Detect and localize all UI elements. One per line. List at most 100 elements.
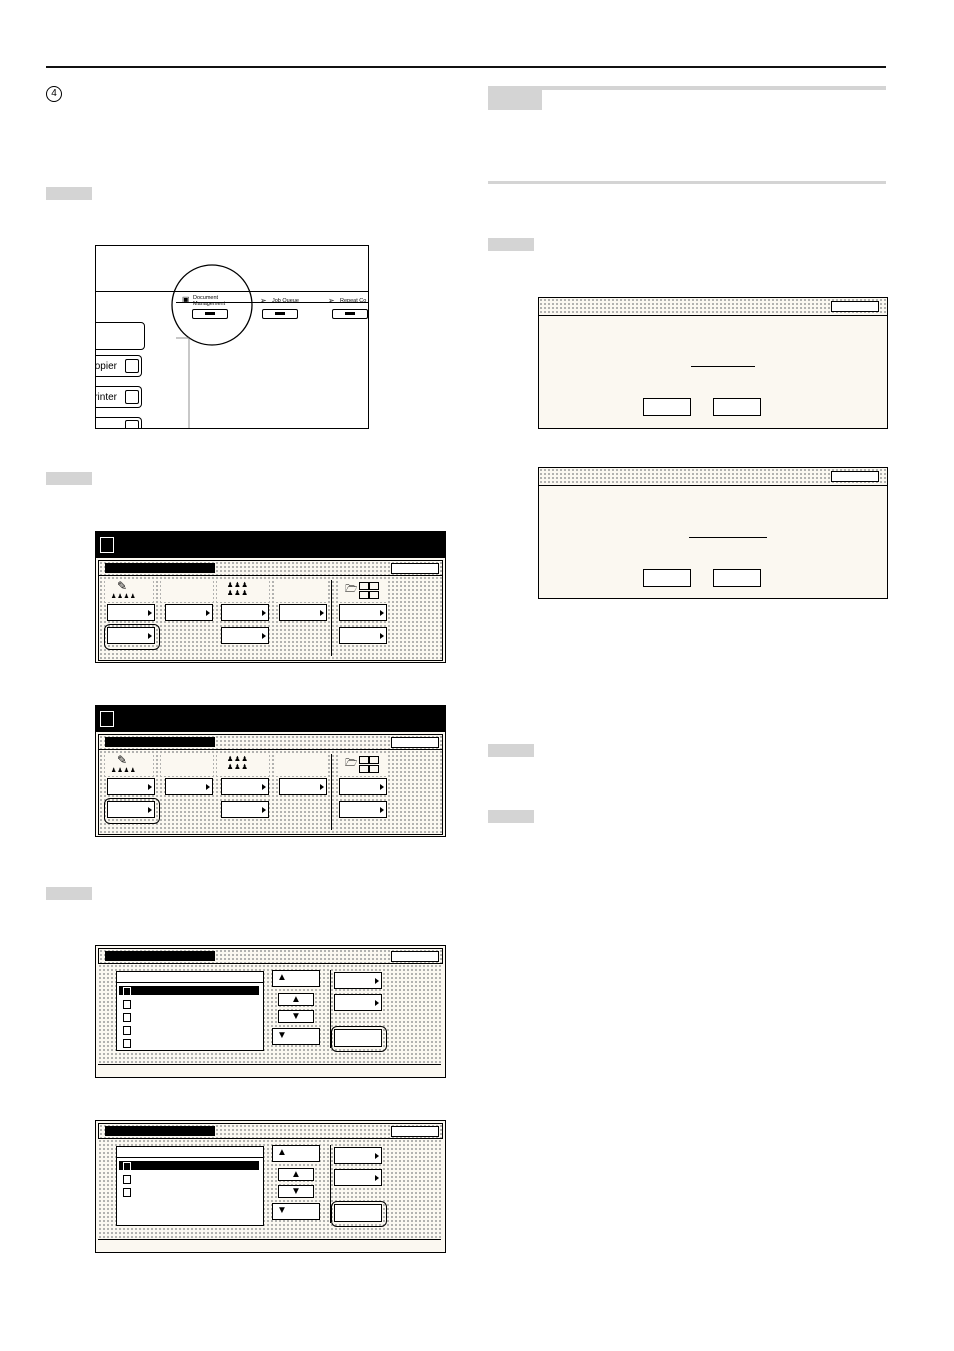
dialog-yes-button[interactable] (643, 569, 691, 587)
document-icon (100, 711, 114, 727)
monitor-icon (369, 756, 379, 764)
screen-header-strip (98, 734, 443, 750)
tray-icon (359, 765, 369, 773)
list-header-rule (117, 1157, 263, 1158)
page-up-button[interactable] (272, 1145, 320, 1162)
scroll-down-button[interactable] (278, 1010, 314, 1023)
header-rule (46, 66, 886, 68)
document-icon (123, 1039, 131, 1048)
group-divider (331, 754, 332, 830)
shared-users-icon: ♟♟♟ ♟♟♟ (227, 756, 249, 771)
gap-a2 (275, 580, 327, 602)
screen-header-title (105, 951, 215, 961)
delete-button[interactable] (334, 1029, 382, 1047)
monitor-icon (369, 582, 379, 590)
shared-group-icon: ♟♟♟ ♟♟♟ (217, 754, 269, 776)
shared-box-button-1[interactable] (221, 778, 269, 795)
list-item[interactable] (119, 1012, 259, 1022)
folder-icon: 🗁 (345, 758, 358, 769)
list-item[interactable] (119, 999, 259, 1009)
synergy-box-button-2[interactable] (165, 778, 213, 795)
shared-box-button-2[interactable] (279, 778, 327, 795)
document-icon (123, 1013, 131, 1022)
box-list-screen-a (95, 945, 446, 1078)
detail-button[interactable] (334, 972, 382, 989)
scroll-down-button[interactable] (278, 1185, 314, 1198)
shared-box-button-3[interactable] (221, 627, 269, 644)
copier-label: opier (95, 361, 117, 372)
dialog-close-button[interactable] (831, 301, 879, 312)
users-icon: ♟♟♟♟ (111, 594, 137, 600)
document-name-underline (689, 537, 767, 538)
folder-icon: 🗁 (345, 584, 358, 595)
screen-close-button[interactable] (391, 563, 439, 574)
shared-box-button-3[interactable] (221, 801, 269, 818)
gap-a1 (161, 580, 213, 602)
screen-close-button[interactable] (391, 737, 439, 748)
screen-header-title (105, 1126, 215, 1136)
doc-management-screen-b: ✎ ♟♟♟♟ ♟♟♟ ♟♟♟ 🗁 (95, 705, 446, 837)
dialog-no-button[interactable] (713, 398, 761, 416)
shared-box-button-1[interactable] (221, 604, 269, 621)
box-list[interactable] (116, 1146, 264, 1226)
scroll-up-button[interactable] (278, 993, 314, 1006)
screen-close-button[interactable] (391, 951, 439, 962)
synergy-print-box-button[interactable] (107, 627, 155, 644)
dialog-yes-button[interactable] (643, 398, 691, 416)
email-icon (369, 765, 379, 773)
edit-button[interactable] (334, 994, 382, 1011)
scan-to-button-2[interactable] (339, 801, 387, 818)
shared-box-button-2[interactable] (279, 604, 327, 621)
list-item[interactable] (119, 1038, 259, 1048)
step-bar-3 (46, 887, 92, 900)
shared-group-icon: ♟♟♟ ♟♟♟ (217, 580, 269, 602)
page-down-button[interactable] (272, 1203, 320, 1220)
scan-to-button-2[interactable] (339, 627, 387, 644)
scan-to-button-1[interactable] (339, 604, 387, 621)
note-tab (488, 86, 542, 110)
scan-to-group-icon: 🗁 (339, 754, 387, 776)
synergy-box-button-1[interactable] (107, 778, 155, 795)
dialog-close-button[interactable] (831, 471, 879, 482)
synergy-print-box-button[interactable] (107, 801, 155, 818)
step-bar-1 (46, 187, 92, 200)
operation-panel-figure: ▣ Document Management ➢ Job Queue ➢ Repe… (95, 245, 369, 429)
list-header-rule (117, 982, 263, 983)
scan-to-button-1[interactable] (339, 778, 387, 795)
scanner-icon (125, 420, 139, 428)
list-item[interactable] (119, 1174, 259, 1184)
scroll-up-button[interactable] (278, 1168, 314, 1181)
dialog-no-button[interactable] (713, 569, 761, 587)
screen-header-strip (98, 1123, 443, 1139)
delete-button[interactable] (334, 1204, 382, 1222)
detail-button[interactable] (334, 1147, 382, 1164)
list-item-selected[interactable] (119, 986, 259, 996)
box-list[interactable] (116, 971, 264, 1051)
step-bar-2 (46, 472, 92, 485)
edit-button[interactable] (334, 1169, 382, 1186)
screen-header-strip (98, 560, 443, 576)
screen-close-button[interactable] (391, 1126, 439, 1137)
list-item[interactable] (119, 1025, 259, 1035)
document-icon (123, 1026, 131, 1035)
synergy-box-button-2[interactable] (165, 604, 213, 621)
screen-header-title (105, 737, 215, 747)
synergy-group-icon: ✎ ♟♟♟♟ (105, 580, 153, 602)
dialog-header-strip (539, 468, 887, 486)
page-down-button[interactable] (272, 1028, 320, 1045)
screen-header-title (105, 563, 215, 573)
list-item[interactable] (119, 1187, 259, 1197)
document-icon (123, 1162, 131, 1171)
tray-icon (359, 591, 369, 599)
step-bar-6 (488, 810, 534, 823)
synergy-box-button-1[interactable] (107, 604, 155, 621)
page-up-button[interactable] (272, 970, 320, 987)
screen-body: ✎ ♟♟♟♟ ♟♟♟ ♟♟♟ 🗁 (98, 750, 443, 835)
doc-management-screen-a: ✎ ♟♟♟♟ ♟♟♟ ♟♟♟ 🗁 (95, 531, 446, 663)
list-item-selected[interactable] (119, 1161, 259, 1171)
pc-icon (359, 756, 369, 764)
display-area (96, 322, 145, 350)
box-list-screen-b (95, 1120, 446, 1253)
screen-bottom-rule (98, 1064, 441, 1065)
step-bar-4 (488, 238, 534, 251)
